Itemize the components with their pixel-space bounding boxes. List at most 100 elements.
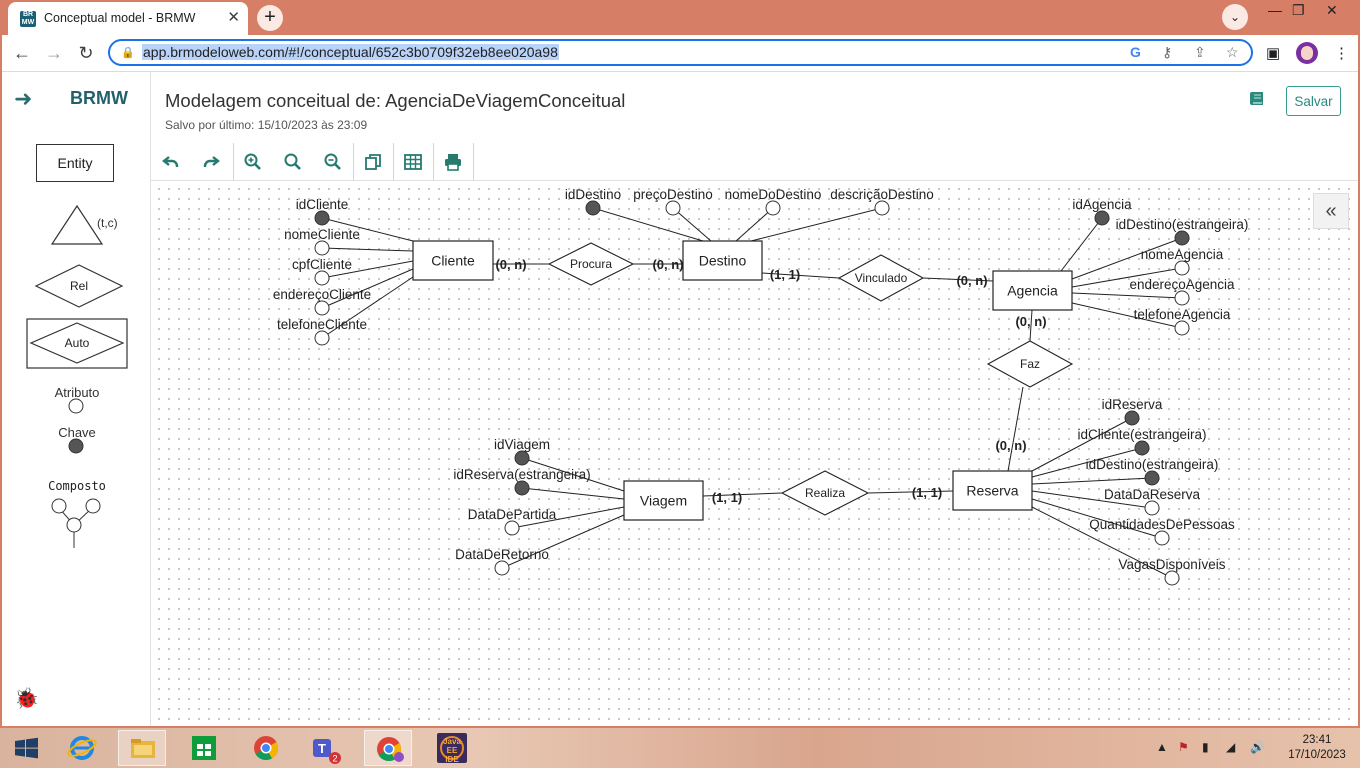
address-bar[interactable]: 🔒 app.brmodeloweb.com/#!/conceptual/652c…: [108, 39, 1253, 66]
palette-entity[interactable]: Entity: [36, 144, 114, 182]
bug-report-icon[interactable]: 🐞: [14, 686, 39, 711]
print-button[interactable]: [433, 143, 473, 180]
menu-kebab-icon[interactable]: ⋮: [1334, 44, 1349, 62]
duplicate-button[interactable]: [353, 143, 393, 180]
window-close-icon[interactable]: ✕: [1326, 2, 1338, 19]
reload-icon[interactable]: ↻: [74, 41, 98, 65]
google-lens-icon[interactable]: G: [1130, 44, 1141, 60]
attribute[interactable]: [314, 300, 330, 316]
svg-text:2: 2: [332, 754, 337, 764]
collapse-panel-icon[interactable]: «: [1313, 193, 1349, 229]
security-alert-icon[interactable]: ⚑: [1178, 740, 1189, 754]
file-explorer-icon[interactable]: [118, 730, 166, 766]
attribute-label: DataDeRetorno: [455, 547, 549, 562]
attribute-label: idCliente: [296, 197, 349, 212]
key-attribute[interactable]: [1174, 230, 1190, 246]
attribute[interactable]: [874, 200, 890, 216]
attribute[interactable]: [494, 560, 510, 576]
key-attribute[interactable]: [1094, 210, 1110, 226]
url-text[interactable]: app.brmodeloweb.com/#!/conceptual/652c3b…: [142, 44, 559, 60]
show-hidden-icons-icon[interactable]: ▲: [1156, 740, 1168, 754]
attribute[interactable]: [1164, 570, 1180, 586]
profile-avatar[interactable]: [1296, 42, 1318, 64]
attribute[interactable]: [504, 520, 520, 536]
relationship-label-realiza: Realiza: [805, 486, 845, 500]
key-attribute[interactable]: [1134, 440, 1150, 456]
key-attribute[interactable]: [514, 450, 530, 466]
java-ee-ide-icon[interactable]: Java EE IDE: [428, 730, 476, 766]
zoom-out-button[interactable]: [313, 143, 353, 180]
battery-icon[interactable]: ▮: [1202, 740, 1209, 754]
zoom-reset-button[interactable]: [273, 143, 313, 180]
attribute[interactable]: [1174, 290, 1190, 306]
er-diagram[interactable]: Cliente Destino Agencia Reserva Viagem Procur…: [151, 181, 1358, 728]
volume-icon[interactable]: 🔊: [1250, 740, 1265, 754]
back-icon[interactable]: ←: [10, 41, 34, 65]
attribute[interactable]: [1154, 530, 1170, 546]
palette-composite-attribute[interactable]: [51, 498, 101, 548]
cardinality-label: (0, n): [995, 438, 1026, 453]
palette-key-attribute[interactable]: [68, 438, 84, 454]
attribute[interactable]: [314, 240, 330, 256]
browser-tab[interactable]: BR MW Conceptual model - BRMW ✕: [8, 2, 248, 35]
attribute[interactable]: [1144, 500, 1160, 516]
tab-title: Conceptual model - BRMW: [44, 11, 196, 25]
diagram-canvas[interactable]: Cliente Destino Agencia Reserva Viagem Procur…: [151, 181, 1358, 728]
entity-label-agencia: Agencia: [1007, 283, 1058, 299]
cardinality-label: (1, 1): [712, 490, 742, 505]
bookmark-star-icon[interactable]: ☆: [1226, 44, 1239, 61]
chrome-active-icon[interactable]: [364, 730, 412, 766]
attribute[interactable]: [765, 200, 781, 216]
save-button[interactable]: Salvar: [1286, 86, 1341, 116]
attribute[interactable]: [1174, 260, 1190, 276]
attribute-label: QuantidadesDePessoas: [1089, 517, 1235, 532]
key-attribute[interactable]: [314, 210, 330, 226]
attribute[interactable]: [665, 200, 681, 216]
teams-icon[interactable]: T2: [302, 730, 350, 766]
attribute-link: [1060, 217, 1103, 272]
zoom-in-button[interactable]: [233, 143, 273, 180]
attribute[interactable]: [314, 270, 330, 286]
key-icon[interactable]: ⚷: [1162, 44, 1172, 61]
internet-explorer-icon[interactable]: [58, 730, 106, 766]
key-attribute[interactable]: [514, 480, 530, 496]
share-icon[interactable]: ⇪: [1194, 44, 1206, 61]
attribute-label: cpfCliente: [292, 257, 352, 272]
forward-icon[interactable]: →: [42, 41, 66, 65]
attribute[interactable]: [1174, 320, 1190, 336]
new-tab-button[interactable]: +: [257, 5, 283, 31]
attribute-link: [521, 487, 625, 500]
table-icon: [404, 153, 422, 170]
attribute-label: idReserva: [1102, 397, 1163, 412]
clock-time: 23:41: [1302, 734, 1332, 746]
attribute-label: idDestino(estrangeira): [1086, 457, 1219, 472]
close-tab-icon[interactable]: ✕: [227, 8, 240, 26]
palette-attribute[interactable]: [68, 398, 84, 414]
undo-button[interactable]: [151, 143, 191, 180]
restore-icon[interactable]: ❐: [1292, 2, 1305, 19]
attribute-label: idReserva(estrangeira): [453, 467, 590, 482]
side-panel-icon[interactable]: ▣: [1266, 44, 1280, 62]
key-attribute[interactable]: [585, 200, 601, 216]
table-button[interactable]: [393, 143, 433, 180]
chrome-icon[interactable]: [242, 730, 290, 766]
attribute-label: idCliente(estrangeira): [1077, 427, 1206, 442]
brand-logo: BRMW: [70, 88, 128, 108]
documentation-book-icon[interactable]: [1249, 90, 1267, 108]
network-signal-icon[interactable]: ◢: [1226, 740, 1235, 754]
palette-specialization[interactable]: [50, 204, 104, 245]
tab-search-button[interactable]: ⌄: [1222, 4, 1248, 30]
clock-date: 17/10/2023: [1288, 749, 1346, 761]
key-attribute[interactable]: [1124, 410, 1140, 426]
attribute[interactable]: [314, 330, 330, 346]
start-button[interactable]: [2, 730, 50, 766]
last-saved-text: Salvo por último: 15/10/2023 às 23:09: [165, 118, 368, 132]
cardinality-label: (0, n): [652, 257, 683, 272]
lock-icon[interactable]: 🔒: [121, 46, 135, 59]
key-attribute[interactable]: [1144, 470, 1160, 486]
system-clock[interactable]: 23:41 17/10/2023: [1282, 733, 1352, 763]
minimize-icon[interactable]: —: [1268, 2, 1282, 18]
redo-button[interactable]: [191, 143, 231, 180]
microsoft-store-icon[interactable]: [180, 730, 228, 766]
back-arrow-icon[interactable]: ➜: [14, 86, 32, 112]
